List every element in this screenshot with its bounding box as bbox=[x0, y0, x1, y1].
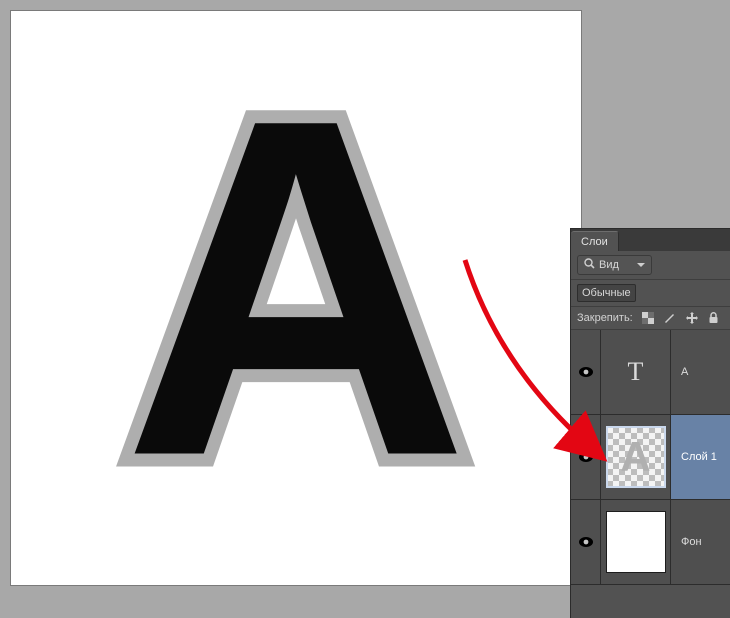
lock-label: Закрепить: bbox=[577, 312, 633, 324]
search-icon bbox=[584, 258, 595, 272]
lock-pixels-icon[interactable] bbox=[663, 311, 677, 325]
text-layer-icon: T bbox=[628, 357, 644, 387]
layer-kind-filter-button[interactable]: Вид bbox=[577, 255, 652, 275]
layer-visibility-toggle[interactable] bbox=[571, 415, 601, 499]
layer-thumbnail[interactable]: T bbox=[601, 330, 671, 414]
document-canvas[interactable]: A A bbox=[10, 10, 582, 586]
eye-icon bbox=[578, 366, 594, 378]
lock-all-icon[interactable] bbox=[707, 311, 721, 325]
layer-thumbnail[interactable] bbox=[601, 500, 671, 584]
layer-kind-filter-label: Вид bbox=[599, 259, 619, 271]
layers-panel: Слои Вид Обычные Закрепить: bbox=[570, 228, 730, 618]
lock-transparency-icon[interactable] bbox=[641, 311, 655, 325]
blend-mode-select[interactable]: Обычные bbox=[577, 284, 636, 302]
eye-icon bbox=[578, 536, 594, 548]
tab-layers[interactable]: Слои bbox=[571, 231, 619, 251]
eye-icon bbox=[578, 451, 594, 463]
layer-thumbnail[interactable]: A bbox=[601, 415, 671, 499]
letter-glyph: A bbox=[123, 10, 470, 563]
layer-name[interactable]: Фон bbox=[671, 500, 730, 584]
layer-visibility-toggle[interactable] bbox=[571, 330, 601, 414]
layer-visibility-toggle[interactable] bbox=[571, 500, 601, 584]
layer-name[interactable]: Слой 1 bbox=[671, 415, 730, 499]
lock-position-icon[interactable] bbox=[685, 311, 699, 325]
thumbnail-glyph: A bbox=[620, 433, 650, 481]
chevron-down-icon bbox=[637, 263, 645, 267]
layer-row[interactable]: A Слой 1 bbox=[571, 415, 730, 500]
panel-tabs: Слои bbox=[571, 229, 730, 251]
layer-name[interactable]: A bbox=[671, 330, 730, 414]
layers-list: T A A Слой 1 Фон bbox=[571, 330, 730, 585]
layer-row[interactable]: T A bbox=[571, 330, 730, 415]
layer-row[interactable]: Фон bbox=[571, 500, 730, 585]
